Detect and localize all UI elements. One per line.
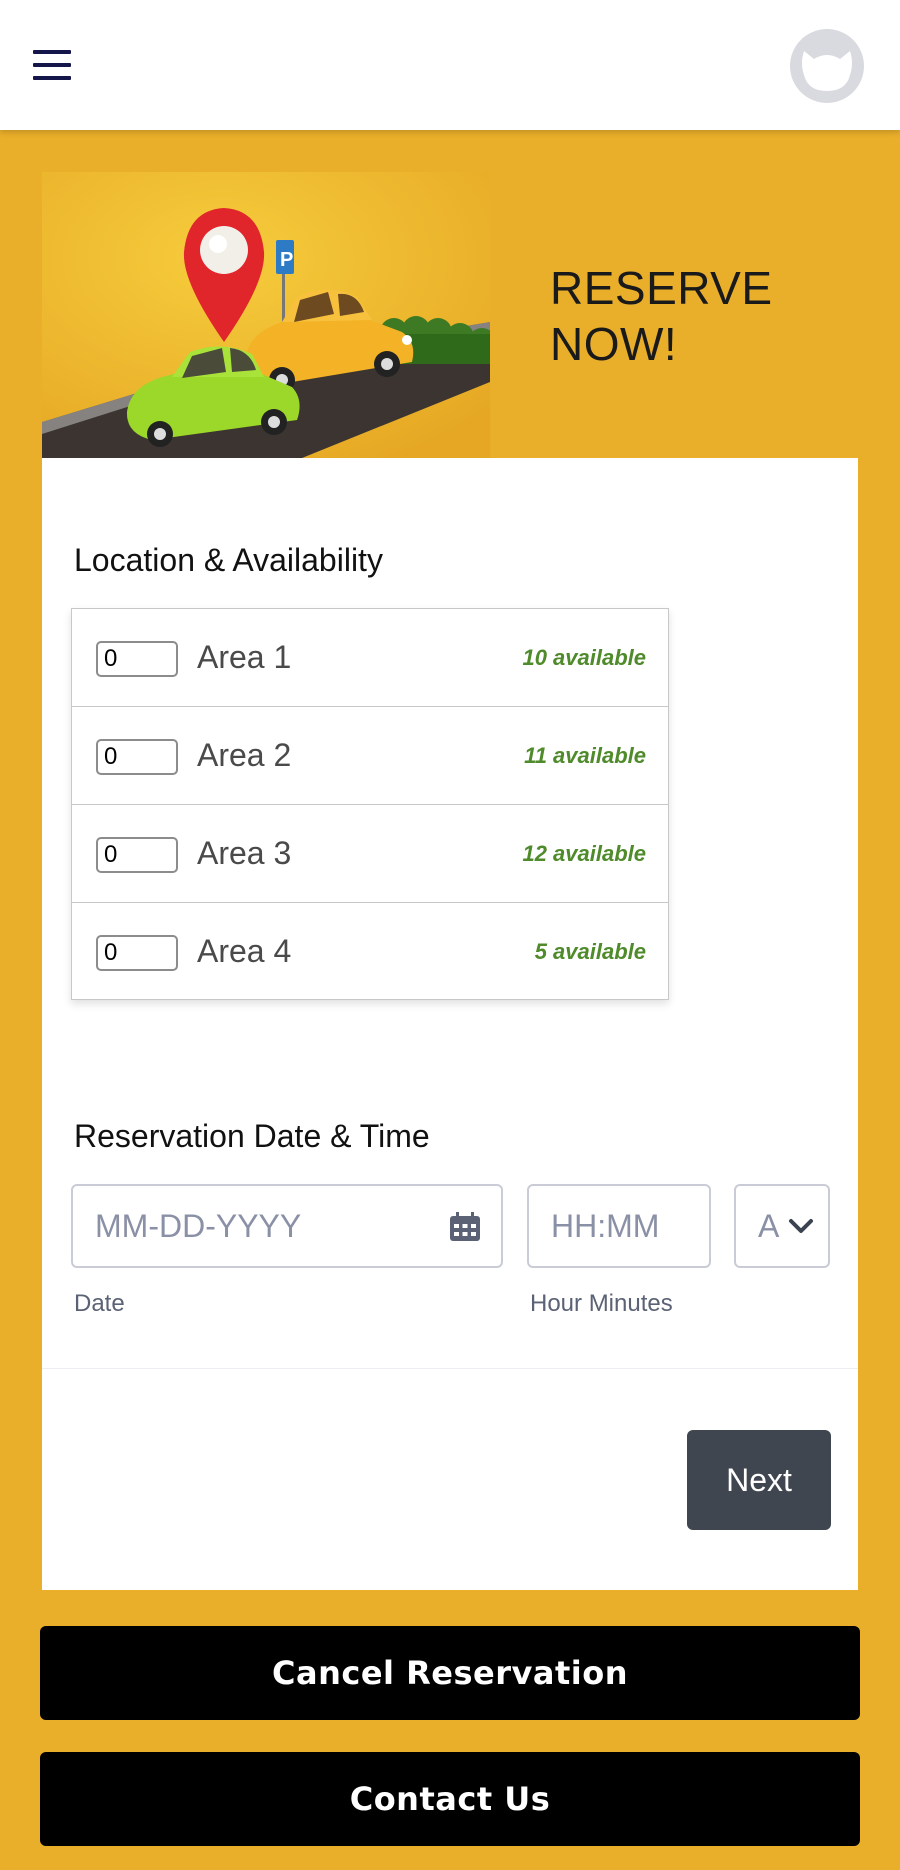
area-label: Area 4 — [197, 933, 292, 969]
parking-cars-illustration: P — [42, 172, 490, 458]
next-button[interactable]: Next — [687, 1430, 831, 1530]
divider — [42, 1368, 858, 1369]
hamburger-menu-icon[interactable] — [33, 50, 71, 80]
date-input[interactable]: MM-DD-YYYY — [71, 1184, 503, 1268]
availability-text: 5 available — [534, 939, 646, 964]
reservation-card: Location & Availability Area 1 10 availa… — [42, 458, 858, 1590]
hero-banner: P RESERVE NOW! — [42, 172, 858, 458]
list-item: Area 2 11 available — [72, 707, 668, 805]
location-heading: Location & Availability — [74, 542, 383, 578]
area-2-quantity-input[interactable] — [96, 739, 178, 775]
time-label: Hour Minutes — [530, 1290, 673, 1317]
availability-text: 11 available — [524, 743, 646, 768]
area-3-quantity-input[interactable] — [96, 837, 178, 873]
area-label: Area 2 — [197, 737, 292, 773]
list-item: Area 3 12 available — [72, 805, 668, 903]
area-list: Area 1 10 available Area 2 11 available … — [71, 608, 669, 1000]
cancel-reservation-button[interactable]: Cancel Reservation — [40, 1626, 860, 1720]
area-4-quantity-input[interactable] — [96, 935, 178, 971]
date-placeholder: MM-DD-YYYY — [95, 1208, 302, 1244]
date-label: Date — [74, 1290, 125, 1317]
ampm-value: A — [758, 1208, 780, 1244]
calendar-icon[interactable] — [449, 1212, 481, 1242]
time-placeholder: HH:MM — [551, 1208, 660, 1244]
area-label: Area 1 — [197, 639, 292, 675]
hero-title: RESERVE NOW! — [550, 262, 773, 370]
svg-text:P: P — [280, 249, 293, 271]
area-label: Area 3 — [197, 835, 292, 871]
datetime-heading: Reservation Date & Time — [74, 1118, 430, 1154]
list-item: Area 1 10 available — [72, 609, 668, 707]
availability-text: 10 available — [522, 645, 646, 670]
area-1-quantity-input[interactable] — [96, 641, 178, 677]
chevron-down-icon — [789, 1219, 813, 1233]
time-input[interactable]: HH:MM — [527, 1184, 711, 1268]
availability-text: 12 available — [522, 841, 646, 866]
user-avatar-icon[interactable] — [790, 29, 864, 103]
top-bar — [0, 0, 900, 130]
ampm-select[interactable]: A — [734, 1184, 830, 1268]
contact-us-button[interactable]: Contact Us — [40, 1752, 860, 1846]
list-item: Area 4 5 available — [72, 903, 668, 1001]
